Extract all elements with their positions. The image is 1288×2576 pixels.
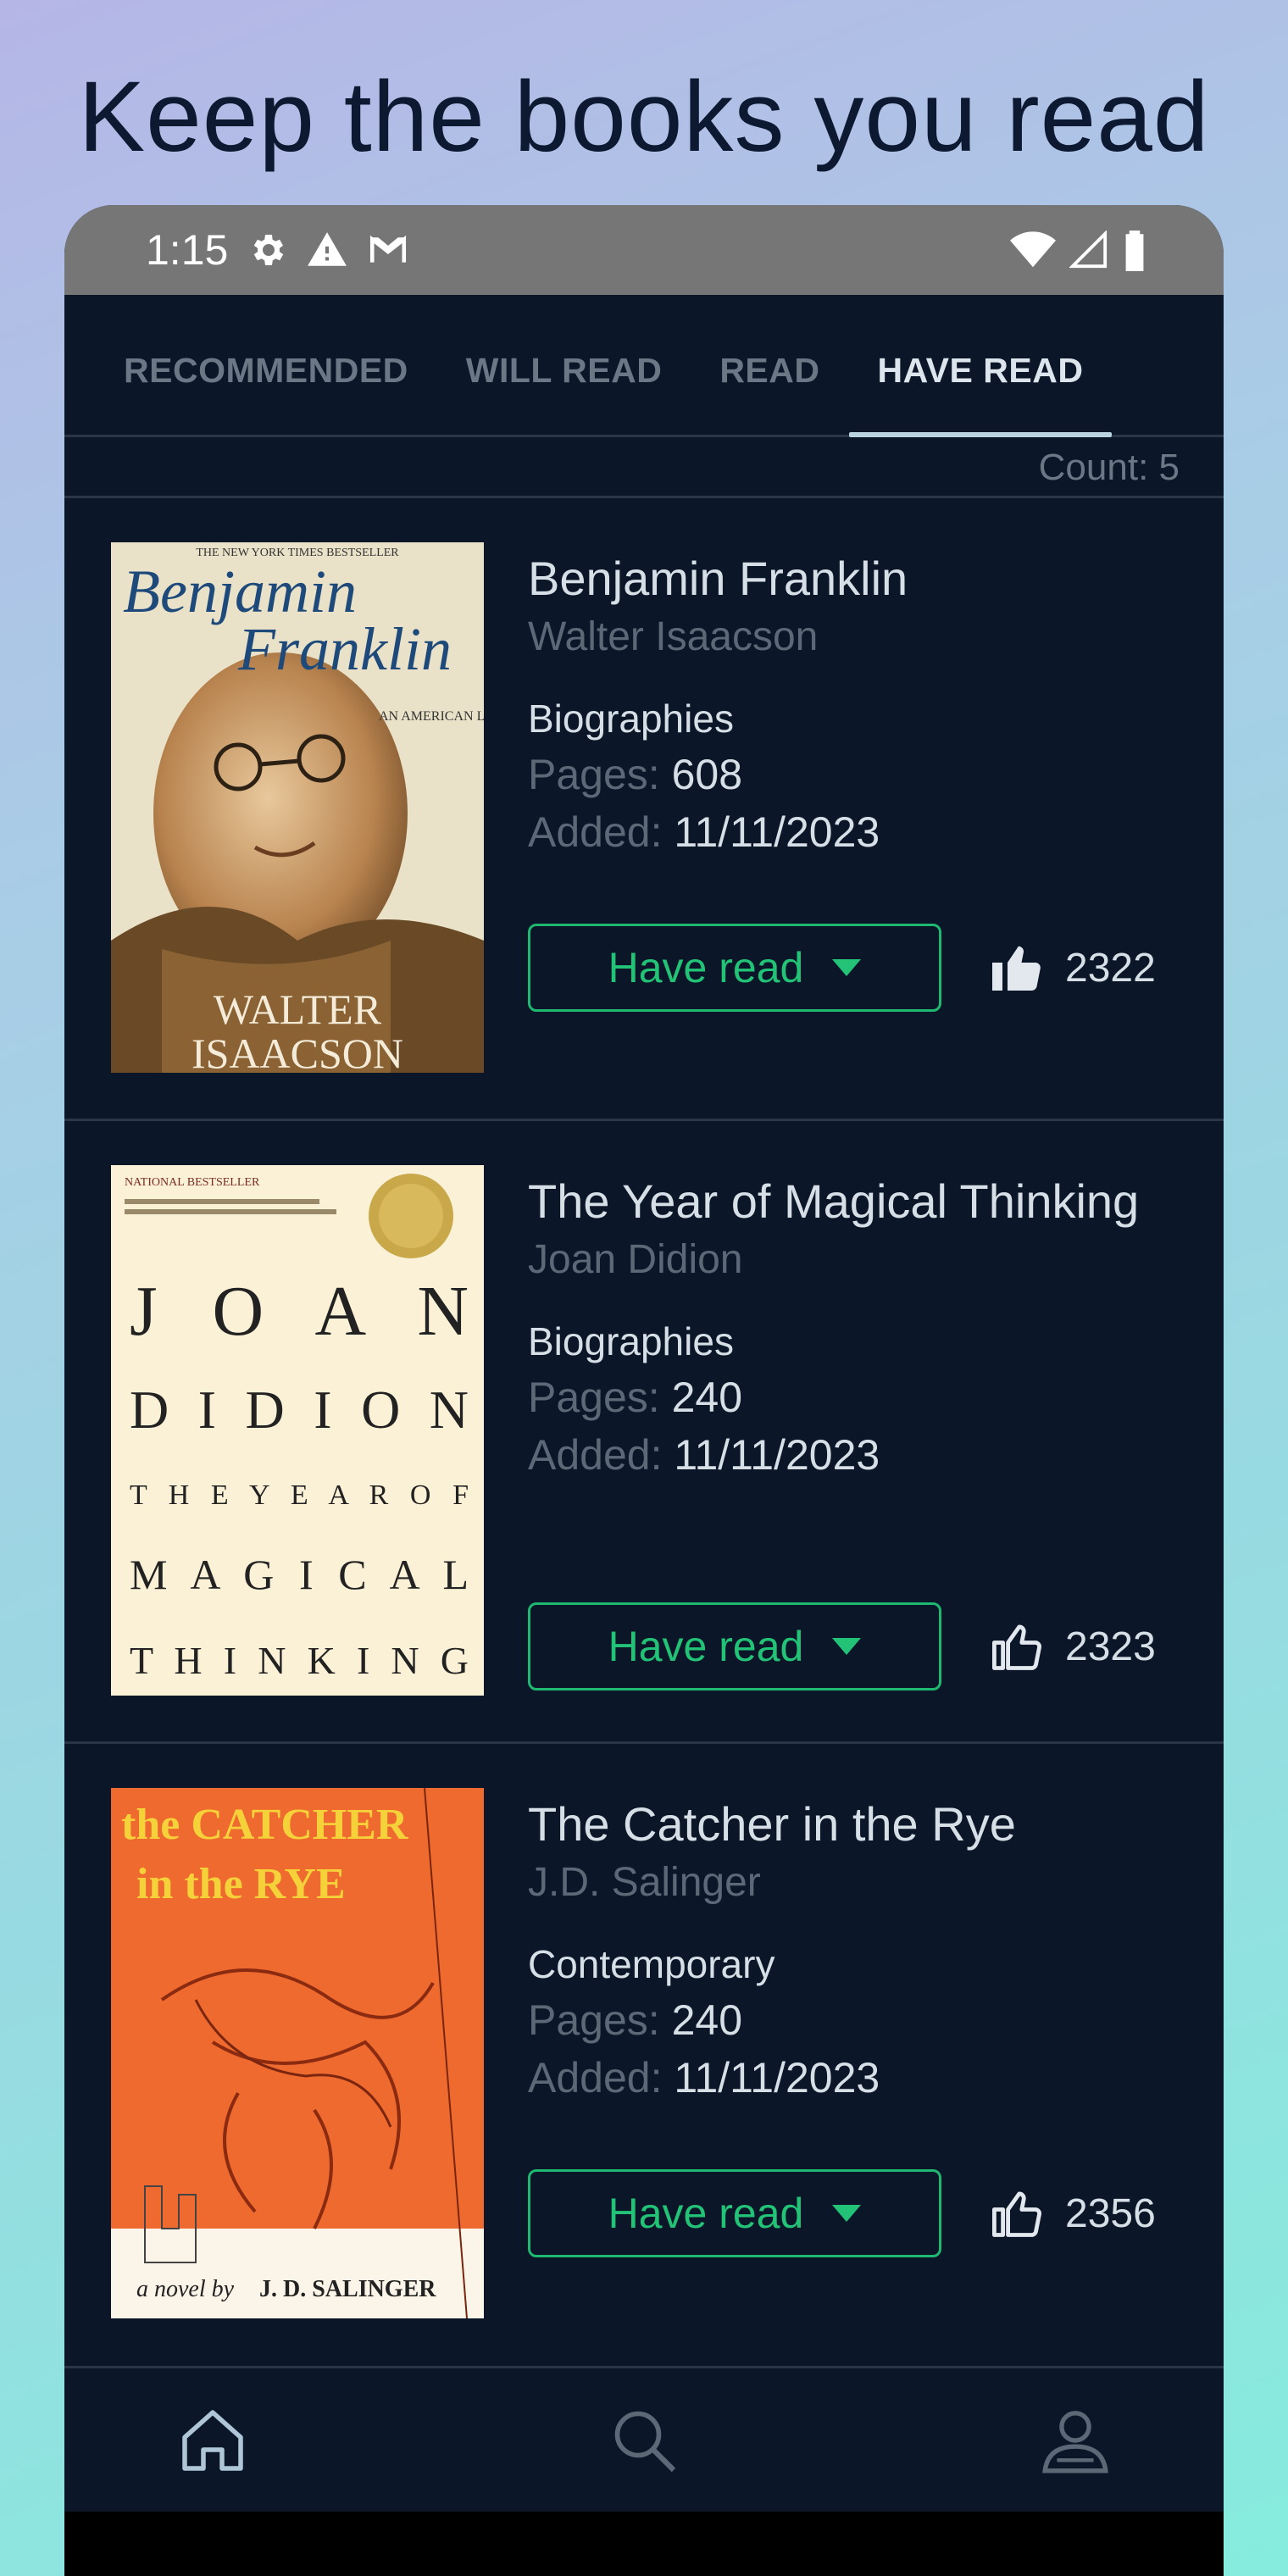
book-genre: Biographies — [528, 1319, 734, 1363]
tab-have-read[interactable]: HAVE READ — [848, 351, 1113, 437]
added-label: Added: — [528, 808, 663, 856]
like-count: 2323 — [1065, 1624, 1156, 1669]
cover-text: D I D I O N — [130, 1380, 469, 1440]
bottom-navigation — [64, 2366, 1224, 2512]
thumbs-up-filled-icon[interactable] — [987, 937, 1048, 998]
book-title: The Catcher in the Rye — [528, 1797, 1016, 1851]
added-label: Added: — [528, 2054, 663, 2101]
thumbs-up-outline-icon[interactable] — [987, 1616, 1048, 1677]
thumbs-up-outline-icon[interactable] — [987, 2183, 1048, 2244]
count-label: Count: 5 — [64, 437, 1224, 498]
status-bar: 1:15 — [64, 205, 1224, 295]
book-pages: 240 — [671, 1374, 743, 1421]
chevron-down-icon — [832, 959, 862, 976]
headline: Keep the books you read — [78, 61, 1210, 173]
added-label: Added: — [528, 1431, 663, 1479]
like-count: 2322 — [1065, 945, 1156, 991]
pages-label: Pages: — [528, 1374, 660, 1421]
wifi-icon — [1010, 231, 1056, 268]
signal-icon — [1069, 230, 1108, 269]
cover-text: NATIONAL BESTSELLER — [125, 1176, 260, 1189]
like-count: 2356 — [1065, 2190, 1156, 2236]
pages-label: Pages: — [528, 1996, 660, 2044]
cover-text: ISAACSON — [192, 1030, 403, 1073]
status-time: 1:15 — [146, 226, 229, 274]
warning-icon — [308, 232, 347, 266]
reading-status-dropdown[interactable]: Have read — [528, 924, 941, 1012]
reading-status-label: Have read — [608, 1623, 804, 1670]
gmail-icon — [370, 235, 407, 263]
reading-status-dropdown[interactable]: Have read — [528, 2169, 941, 2257]
book-cover: THE NEW YORK TIMES BESTSELLER Benjamin F… — [111, 542, 484, 1073]
book-item[interactable]: THE NEW YORK TIMES BESTSELLER Benjamin F… — [64, 498, 1224, 1121]
settings-icon — [254, 235, 284, 265]
phone-frame: 1:15 RECOMMENDED WILL READ READ HAVE REA… — [64, 205, 1224, 2576]
tab-will-read[interactable]: WILL READ — [437, 351, 691, 435]
chevron-down-icon — [832, 1638, 862, 1655]
book-added-date: 11/11/2023 — [674, 1431, 880, 1479]
book-title: The Year of Magical Thinking — [528, 1174, 1140, 1228]
tab-bar: RECOMMENDED WILL READ READ HAVE READ — [64, 295, 1224, 437]
cover-text: in the RYE — [136, 1860, 346, 1908]
reading-status-label: Have read — [608, 2190, 804, 2237]
profile-icon[interactable] — [1039, 2404, 1112, 2477]
cover-text: Franklin — [237, 615, 452, 683]
cover-text: J. D. SALINGER — [259, 2276, 436, 2302]
reading-status-dropdown[interactable]: Have read — [528, 1602, 941, 1690]
cover-text: the CATCHER — [121, 1801, 409, 1849]
book-author: J.D. Salinger — [528, 1860, 761, 1905]
book-genre: Biographies — [528, 697, 734, 741]
system-navigation-bar — [64, 2512, 1224, 2576]
home-icon[interactable] — [175, 2403, 250, 2478]
book-item[interactable]: NATIONAL BESTSELLER J O A N D I D I O N … — [64, 1121, 1224, 1744]
cover-text: AN AMERICAN LIFE — [379, 709, 484, 724]
book-added-date: 11/11/2023 — [674, 2054, 880, 2101]
book-pages: 608 — [671, 751, 743, 798]
battery-icon — [1125, 230, 1144, 271]
cover-text: a novel by — [136, 2276, 235, 2302]
book-cover: NATIONAL BESTSELLER J O A N D I D I O N … — [111, 1165, 484, 1696]
book-genre: Contemporary — [528, 1942, 775, 1986]
book-item[interactable]: the CATCHER in the RYE a novel by J. D. … — [64, 1744, 1224, 2367]
pages-label: Pages: — [528, 751, 660, 798]
book-pages: 240 — [671, 1996, 743, 2044]
cover-text: T H I N K I N G — [130, 1639, 469, 1682]
book-author: Joan Didion — [528, 1237, 743, 1282]
cover-text: WALTER — [214, 985, 382, 1033]
search-icon[interactable] — [608, 2405, 680, 2476]
reading-status-label: Have read — [608, 944, 804, 991]
book-title: Benjamin Franklin — [528, 552, 908, 605]
tab-recommended[interactable]: RECOMMENDED — [95, 351, 437, 435]
chevron-down-icon — [832, 2205, 862, 2222]
book-author: Walter Isaacson — [528, 614, 819, 659]
book-cover: the CATCHER in the RYE a novel by J. D. … — [111, 1788, 484, 2318]
cover-text: T H E Y E A R O F — [130, 1480, 469, 1511]
book-added-date: 11/11/2023 — [674, 808, 880, 856]
tab-read[interactable]: READ — [691, 351, 848, 435]
